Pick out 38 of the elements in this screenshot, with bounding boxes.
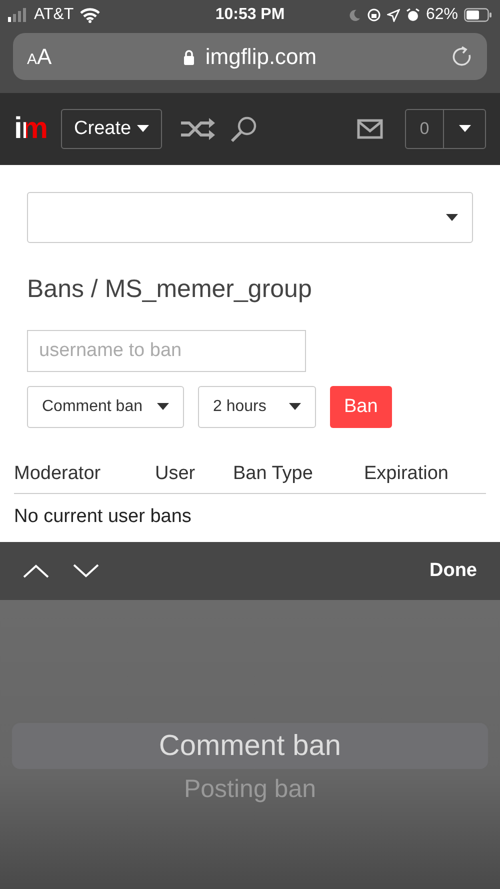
battery-icon — [464, 8, 492, 22]
chevron-down-icon[interactable] — [73, 564, 99, 578]
signal-icon — [8, 8, 28, 22]
column-header: Ban Type — [233, 463, 314, 485]
caret-icon — [137, 125, 150, 133]
caret-icon — [458, 125, 470, 133]
carrier-name: AT&T — [34, 6, 74, 24]
battery-percent: 62% — [426, 6, 458, 24]
column-header: Expiration — [364, 463, 448, 485]
duration-select[interactable]: 2 hours — [198, 386, 316, 428]
rotation-lock-icon — [366, 8, 381, 22]
search-icon[interactable] — [230, 115, 258, 143]
picker-selected-option[interactable]: Comment ban — [12, 723, 488, 769]
location-arrow-icon — [386, 8, 400, 22]
lock-icon — [183, 48, 196, 64]
address-bar[interactable]: AA imgflip.com — [13, 33, 487, 80]
create-button[interactable]: Create — [61, 109, 162, 149]
ban-button[interactable]: Ban — [330, 386, 392, 428]
page-title: Bans / MS_memer_group — [27, 275, 313, 304]
column-header: User — [155, 463, 196, 485]
alarm-clock-icon — [406, 8, 420, 22]
moon-icon — [348, 8, 361, 22]
done-button[interactable]: Done — [430, 560, 477, 582]
text-size-button[interactable]: AA — [27, 44, 87, 70]
envelope-icon[interactable] — [357, 119, 383, 139]
url-text: imgflip.com — [205, 44, 317, 70]
column-header: Moderator — [14, 463, 102, 485]
clock-time: 10:53 PM — [215, 6, 285, 24]
reload-icon[interactable] — [451, 46, 473, 68]
username-field[interactable]: username to ban — [27, 330, 306, 372]
empty-message: No current user bans — [14, 506, 192, 528]
caret-icon — [289, 403, 301, 411]
ban-type-select[interactable]: Comment ban — [27, 386, 184, 428]
shuffle-icon[interactable] — [180, 118, 216, 140]
wifi-icon — [80, 8, 100, 22]
caret-icon — [446, 214, 458, 222]
chevron-up-icon[interactable] — [23, 564, 49, 578]
caret-icon — [157, 403, 169, 411]
